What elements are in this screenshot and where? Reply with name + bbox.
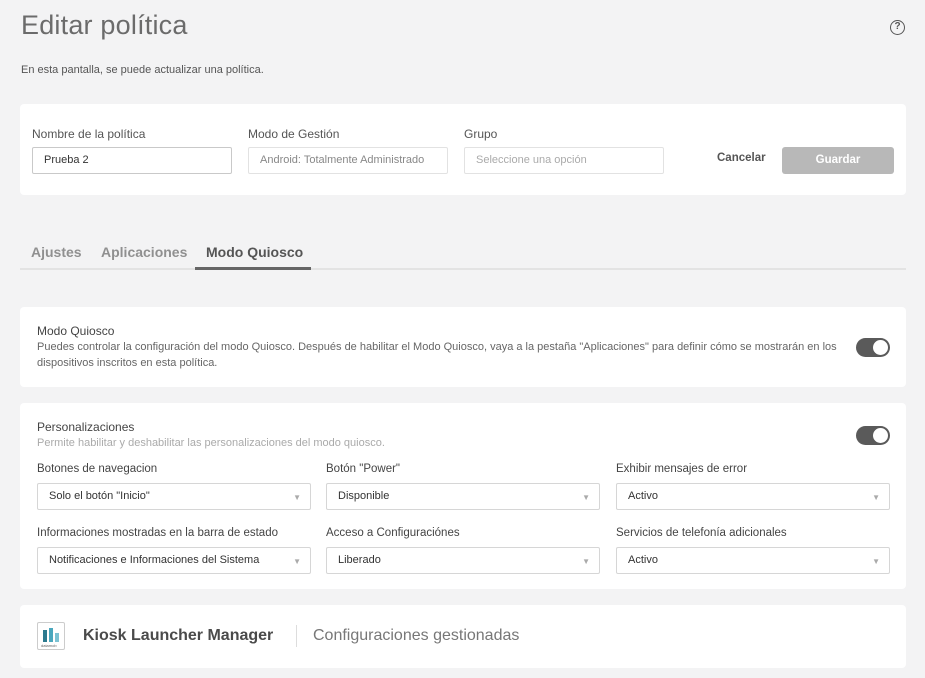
- select-value: Activo: [628, 554, 658, 566]
- managed-configurations-label: Configuraciones gestionadas: [313, 627, 520, 644]
- power-button-select[interactable]: Disponible ▼: [326, 483, 600, 510]
- chevron-down-icon: ▼: [872, 493, 880, 502]
- settings-access-select[interactable]: Liberado ▼: [326, 547, 600, 574]
- kiosk-mode-toggle[interactable]: [856, 338, 890, 357]
- tab-ajustes[interactable]: Ajustes: [31, 244, 82, 260]
- toggle-knob: [873, 428, 888, 443]
- status-bar-info-select[interactable]: Notificaciones e Informaciones del Siste…: [37, 547, 311, 574]
- policy-name-label: Nombre de la política: [32, 127, 146, 141]
- group-label: Grupo: [464, 127, 498, 141]
- page-subtitle: En esta pantalla, se puede actualizar un…: [21, 64, 264, 76]
- select-value: Disponible: [338, 490, 390, 502]
- select-value: Solo el botón "Inicio": [49, 490, 150, 502]
- navigation-buttons-select[interactable]: Solo el botón "Inicio" ▼: [37, 483, 311, 510]
- chevron-down-icon: ▼: [872, 557, 880, 566]
- divider: [296, 625, 297, 647]
- management-mode-field: Android: Totalmente Administrado: [248, 147, 448, 174]
- status-bar-info-label: Informaciones mostradas en la barra de e…: [37, 527, 278, 539]
- group-select[interactable]: Seleccione una opción: [464, 147, 664, 174]
- tab-aplicaciones[interactable]: Aplicaciones: [101, 244, 187, 260]
- help-icon[interactable]: ?: [890, 20, 905, 35]
- tab-modo-quiosco[interactable]: Modo Quiosco: [206, 244, 303, 260]
- kiosk-mode-card: Modo Quiosco Puedes controlar la configu…: [20, 307, 906, 387]
- policy-name-input[interactable]: Prueba 2: [32, 147, 232, 174]
- select-value: Activo: [628, 490, 658, 502]
- select-value: Notificaciones e Informaciones del Siste…: [49, 554, 260, 566]
- active-tab-indicator: [195, 267, 311, 270]
- chevron-down-icon: ▼: [293, 493, 301, 502]
- policy-form-card: Nombre de la política Prueba 2 Modo de G…: [20, 104, 906, 195]
- telephony-services-select[interactable]: Activo ▼: [616, 547, 890, 574]
- customizations-card: Personalizaciones Permite habilitar y de…: [20, 403, 906, 589]
- datamob-logo-icon: datamob: [37, 622, 65, 650]
- management-mode-label: Modo de Gestión: [248, 127, 340, 141]
- app-name: Kiosk Launcher Manager: [83, 627, 274, 644]
- save-button[interactable]: Guardar: [782, 147, 894, 174]
- telephony-services-label: Servicios de telefonía adicionales: [616, 527, 787, 539]
- page-title: Editar política: [21, 10, 188, 40]
- error-messages-select[interactable]: Activo ▼: [616, 483, 890, 510]
- tab-bar: Ajustes Aplicaciones Modo Quiosco: [20, 236, 906, 270]
- cancel-button[interactable]: Cancelar: [717, 152, 766, 164]
- kiosk-mode-description: Puedes controlar la configuración del mo…: [37, 341, 837, 369]
- error-messages-label: Exhibir mensajes de error: [616, 463, 748, 475]
- chevron-down-icon: ▼: [293, 557, 301, 566]
- kiosk-launcher-card: datamob Kiosk Launcher Manager Configura…: [20, 605, 906, 668]
- settings-access-label: Acceso a Configuraciónes: [326, 527, 460, 539]
- customizations-title: Personalizaciones: [37, 420, 135, 434]
- chevron-down-icon: ▼: [582, 557, 590, 566]
- customizations-description: Permite habilitar y deshabilitar las per…: [37, 437, 385, 449]
- chevron-down-icon: ▼: [582, 493, 590, 502]
- power-button-label: Botón "Power": [326, 463, 401, 475]
- navigation-buttons-label: Botones de navegacion: [37, 463, 158, 475]
- kiosk-mode-title: Modo Quiosco: [37, 324, 115, 338]
- toggle-knob: [873, 340, 888, 355]
- customizations-toggle[interactable]: [856, 426, 890, 445]
- select-value: Liberado: [338, 554, 381, 566]
